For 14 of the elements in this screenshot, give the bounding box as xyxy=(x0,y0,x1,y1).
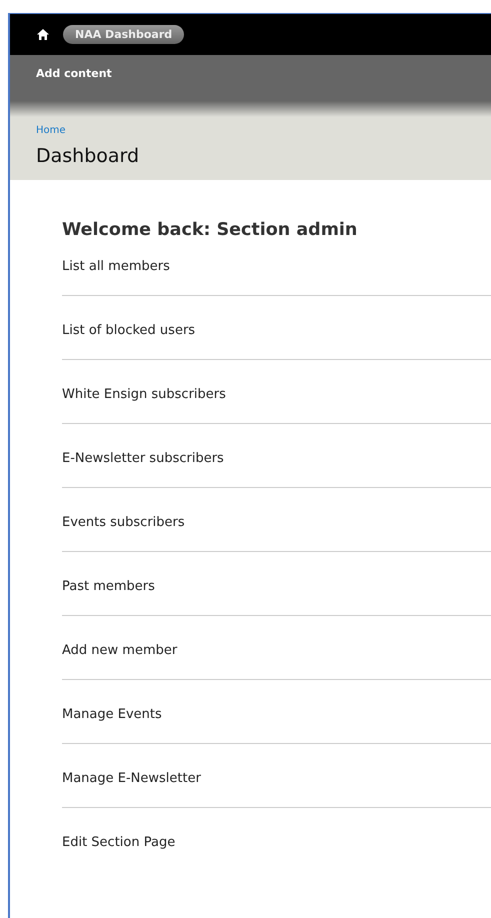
dashboard-link[interactable]: Events subscribers xyxy=(62,515,185,530)
home-icon[interactable] xyxy=(37,29,49,40)
dashboard-link[interactable]: Manage E-Newsletter xyxy=(62,771,201,786)
add-content-link[interactable]: Add content xyxy=(36,67,112,80)
dashboard-link[interactable]: Manage Events xyxy=(62,707,162,722)
dashboard-link[interactable]: Past members xyxy=(62,579,155,594)
dashboard-link[interactable]: White Ensign subscribers xyxy=(62,387,226,402)
dashboard-link[interactable]: List all members xyxy=(62,259,170,274)
dashboard-link[interactable]: Edit Section Page xyxy=(62,835,176,850)
page-title: Dashboard xyxy=(36,145,140,167)
dashboard-link[interactable]: Add new member xyxy=(62,643,178,658)
dashboard-link[interactable]: E-Newsletter subscribers xyxy=(62,451,224,466)
dashboard-link[interactable]: List of blocked users xyxy=(62,323,196,338)
welcome-heading: Welcome back: Section admin xyxy=(62,220,358,240)
